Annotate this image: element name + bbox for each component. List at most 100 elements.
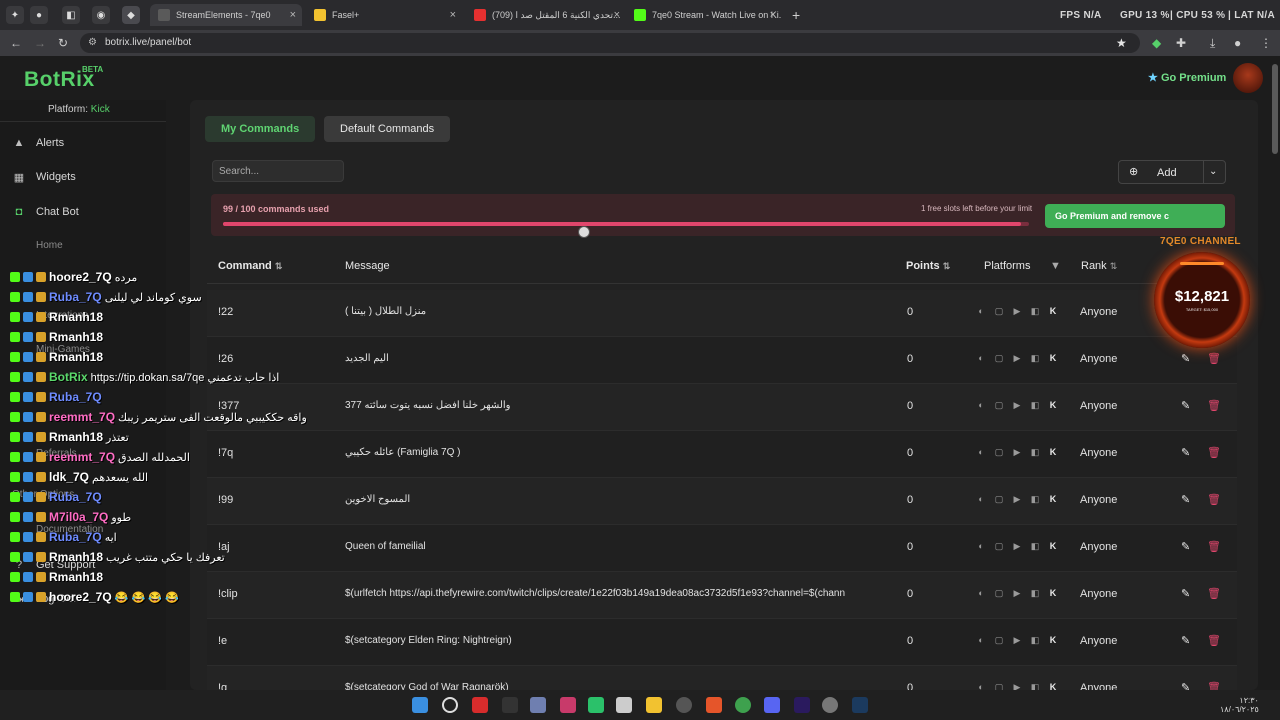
close-tab-icon[interactable]: × [450,9,456,21]
edit-pencil-icon[interactable]: ✎ [1181,587,1190,600]
site-info-icon[interactable]: ⚙ [88,33,97,53]
delete-trash-icon[interactable]: 🗑 [1207,352,1221,365]
sidebar-item-alerts[interactable]: ▲ Alerts [12,136,65,150]
menu-icon[interactable]: ⋮ [1260,36,1272,50]
crown-badge-icon [36,512,46,522]
add-command-button[interactable]: ⊕ Add ⌄ [1118,160,1226,184]
filter-icon[interactable]: ▼ [1050,260,1061,272]
steam-icon[interactable] [852,697,868,713]
pinned-tab[interactable]: ● [30,6,48,24]
chrome-icon[interactable] [735,697,751,713]
sidebar-item-home[interactable]: Home [36,240,63,251]
app-icon[interactable] [560,697,576,713]
table-row: !clip $(urlfetch https://api.thefyrewire… [207,572,1237,619]
delete-trash-icon[interactable]: 🗑 [1207,493,1221,506]
pinned-tab[interactable]: ✦ [6,6,24,24]
premiere-icon[interactable] [794,697,810,713]
reload-icon[interactable]: ↻ [58,36,68,50]
discord-icon[interactable] [764,697,780,713]
settings-icon[interactable] [530,697,546,713]
new-tab-button[interactable]: + [784,4,804,26]
youtube-icon [474,9,486,21]
streamelements-platform-icon: ◐ [978,494,984,504]
subscriber-badge-icon [23,332,33,342]
download-icon[interactable]: ⤓ [1210,36,1215,51]
profile-icon[interactable]: ● [1234,36,1241,50]
search-input[interactable] [212,160,344,182]
extensions-puzzle-icon[interactable]: ✚ [1176,36,1186,50]
crown-badge-icon [36,472,46,482]
command-rank: Anyone [1080,400,1118,412]
subscriber-badge-icon [23,392,33,402]
edit-pencil-icon[interactable]: ✎ [1181,540,1190,553]
column-points[interactable]: Points ⇅ [906,260,950,272]
kick-badge-icon [10,532,20,542]
chevron-down-icon[interactable]: ⌄ [1209,166,1217,177]
command-points: 0 [907,400,914,412]
close-tab-icon[interactable]: × [290,9,296,21]
bookmark-star-icon[interactable]: ★ [1116,36,1127,50]
tab-streamelements[interactable]: StreamElements - 7qe0 × [150,4,302,26]
chat-text: 😂 😂 😂 😂 [114,591,179,604]
avatar[interactable] [1233,63,1263,93]
tab-default-commands[interactable]: Default Commands [324,116,451,142]
delete-trash-icon[interactable]: 🗑 [1207,587,1221,600]
tab-kick[interactable]: 7qe0 Stream - Watch Live on Ki... × [626,4,782,26]
obs-icon[interactable] [822,697,838,713]
sidebar-item-widgets[interactable]: ▦ Widgets [12,170,76,184]
edit-pencil-icon[interactable]: ✎ [1181,352,1190,365]
chat-text: مرده [114,271,138,284]
delete-trash-icon[interactable]: 🗑 [1207,399,1221,412]
kick-badge-icon [10,272,20,282]
platform-indicator[interactable]: Platform: Kick [48,104,110,115]
tab-youtube[interactable]: (709) تحدي الكنية 6 المقتل صد ا... × [466,4,626,26]
close-tab-icon[interactable]: × [770,9,776,21]
crown-badge-icon [36,372,46,382]
tab-fasel[interactable]: Fasel+ × [306,4,462,26]
trovo-platform-icon: ◧ [1030,399,1040,410]
edit-pencil-icon[interactable]: ✎ [1181,634,1190,647]
close-tab-icon[interactable]: × [614,9,620,21]
url-field[interactable]: ⚙ botrix.live/panel/bot [80,33,1140,53]
chat-message: Rmanh18 تعتذر [10,428,129,446]
crown-badge-icon [36,312,46,322]
app-icon[interactable] [616,697,632,713]
chat-username: hoore2_7Q [49,270,112,284]
edit-pencil-icon[interactable]: ✎ [1181,399,1190,412]
pinned-tab[interactable]: ◉ [92,6,110,24]
back-icon[interactable]: ← [10,36,22,50]
twitch-platform-icon: ▢ [994,399,1004,410]
windows-start-icon[interactable] [412,697,428,713]
app-icon[interactable] [588,697,604,713]
tab-my-commands[interactable]: My Commands [205,116,316,142]
youtube-platform-icon: ▶ [1013,540,1021,551]
crown-badge-icon [36,352,46,362]
slots-left-text: 1 free slots left before your limit [921,204,1033,213]
brave-icon[interactable] [706,697,722,713]
pinned-tab[interactable]: ◆ [122,6,140,24]
app-icon[interactable] [502,697,518,713]
edit-pencil-icon[interactable]: ✎ [1181,446,1190,459]
command-rank: Anyone [1080,306,1118,318]
app-icon[interactable] [676,697,692,713]
gpu-stat: GPU 13 % [1120,10,1170,21]
column-rank[interactable]: Rank ⇅ [1081,260,1117,272]
go-premium-link[interactable]: ★ Go Premium [1148,71,1226,84]
sidebar-item-chat-bot[interactable]: ◘ Chat Bot [12,205,79,219]
table-row: !22 منزل الطلال ( بيتنا ) 0 ◐ ▢ ▶ ◧ K An… [207,290,1237,337]
crown-badge-icon [36,592,46,602]
pinned-tab[interactable]: ◧ [62,6,80,24]
table-row: !377 377 والشهر خلنا افضل نسبه يتوت سائت… [207,384,1237,431]
edit-pencil-icon[interactable]: ✎ [1181,493,1190,506]
delete-trash-icon[interactable]: 🗑 [1207,634,1221,647]
command-message: عائله حكيبي (Famiglia 7Q ) [345,447,461,458]
forward-icon[interactable]: → [34,36,46,50]
extension-icon[interactable]: ◆ [1152,36,1161,50]
search-icon[interactable] [442,697,458,713]
go-premium-remove-limit-button[interactable]: Go Premium and remove c [1045,204,1225,228]
delete-trash-icon[interactable]: 🗑 [1207,540,1221,553]
delete-trash-icon[interactable]: 🗑 [1207,446,1221,459]
app-icon[interactable] [472,697,488,713]
page-scrollbar[interactable] [1272,64,1278,154]
file-explorer-icon[interactable] [646,697,662,713]
